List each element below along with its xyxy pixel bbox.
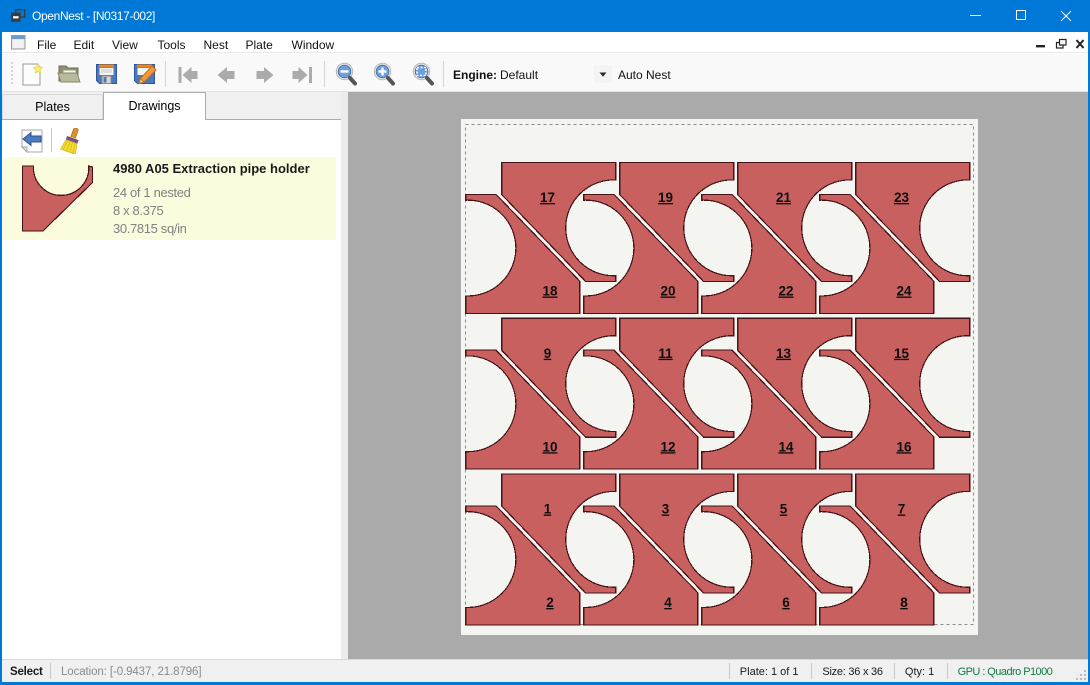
svg-text:11: 11 — [658, 346, 673, 361]
svg-text:6: 6 — [782, 595, 790, 610]
svg-text:22: 22 — [778, 284, 793, 299]
svg-text:8: 8 — [900, 595, 908, 610]
svg-text:5: 5 — [780, 502, 788, 517]
svg-text:7: 7 — [898, 502, 906, 517]
svg-text:9: 9 — [544, 346, 552, 361]
svg-text:4: 4 — [664, 595, 672, 610]
svg-text:23: 23 — [894, 190, 910, 205]
svg-text:18: 18 — [542, 284, 558, 299]
svg-text:17: 17 — [540, 190, 555, 205]
svg-text:13: 13 — [776, 346, 792, 361]
svg-text:1: 1 — [544, 502, 552, 517]
svg-text:14: 14 — [778, 439, 794, 454]
svg-text:20: 20 — [660, 284, 675, 299]
svg-text:16: 16 — [896, 439, 912, 454]
svg-text:15: 15 — [894, 346, 910, 361]
svg-text:12: 12 — [660, 439, 675, 454]
svg-text:19: 19 — [658, 190, 673, 205]
svg-text:21: 21 — [776, 190, 792, 205]
svg-text:2: 2 — [546, 595, 554, 610]
svg-text:3: 3 — [662, 502, 670, 517]
svg-text:10: 10 — [542, 439, 557, 454]
svg-text:24: 24 — [896, 284, 912, 299]
